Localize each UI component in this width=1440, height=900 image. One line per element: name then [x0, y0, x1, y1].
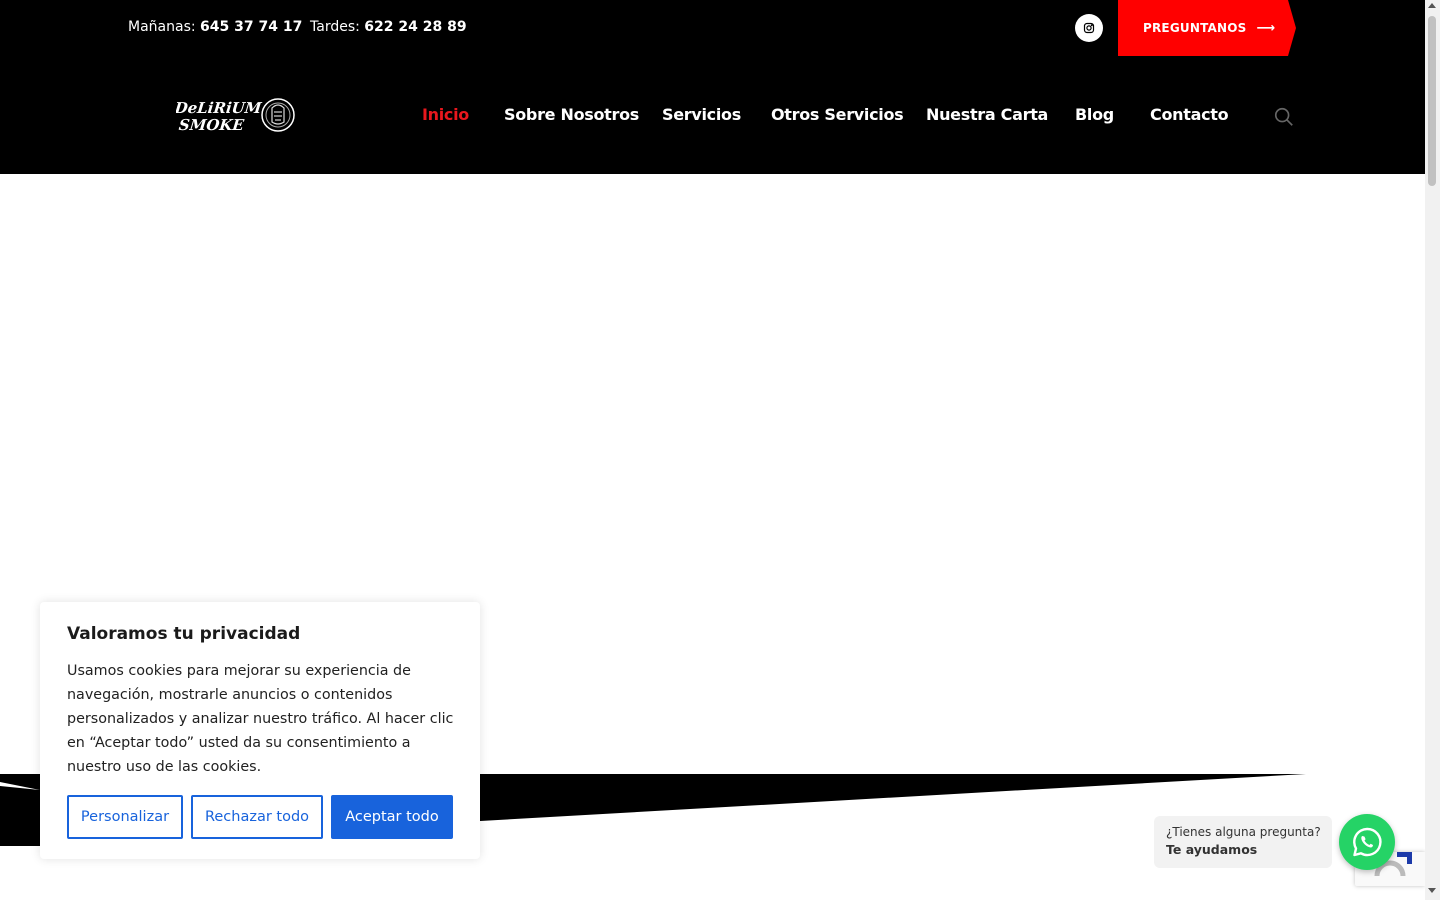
preguntanos-label: PREGUNTANOS: [1143, 21, 1247, 35]
scroll-up-arrow-icon[interactable]: [1428, 3, 1436, 8]
nav-sobre-nosotros[interactable]: Sobre Nosotros: [504, 105, 639, 124]
main-header: DeLiRiUM SMOKE Inicio Sobre Nosotros Ser…: [0, 56, 1425, 174]
search-icon[interactable]: [1273, 106, 1295, 128]
whatsapp-question: ¿Tienes alguna pregunta?: [1166, 825, 1321, 839]
phone-morning-label: Mañanas:: [128, 19, 196, 35]
logo-line1: DeLiRiUM: [176, 99, 263, 117]
nav-otros-servicios[interactable]: Otros Servicios: [771, 105, 904, 124]
phone-morning-number[interactable]: 645 37 74 17: [200, 19, 302, 35]
nav-contacto[interactable]: Contacto: [1150, 105, 1229, 124]
phone-morning[interactable]: Mañanas: 645 37 74 17: [128, 19, 302, 35]
whatsapp-icon: [1353, 827, 1382, 857]
nav-blog[interactable]: Blog: [1075, 105, 1114, 124]
logo-line2: SMOKE: [178, 116, 245, 134]
arrow-right-icon: ⟶: [1256, 20, 1276, 36]
cookie-customize-button[interactable]: Personalizar: [67, 795, 183, 839]
cookie-reject-button[interactable]: Rechazar todo: [191, 795, 323, 839]
instagram-icon[interactable]: [1075, 14, 1103, 42]
phone-afternoon-number[interactable]: 622 24 28 89: [364, 19, 466, 35]
whatsapp-bubble[interactable]: ¿Tienes alguna pregunta? Te ayudamos: [1154, 816, 1332, 868]
logo[interactable]: DeLiRiUM SMOKE: [173, 96, 298, 136]
nav-nuestra-carta[interactable]: Nuestra Carta: [926, 105, 1048, 124]
whatsapp-answer: Te ayudamos: [1166, 842, 1258, 857]
scroll-down-arrow-icon[interactable]: [1428, 888, 1436, 893]
preguntanos-button[interactable]: PREGUNTANOS ⟶: [1118, 0, 1296, 56]
cookie-banner: Valoramos tu privacidad Usamos cookies p…: [40, 602, 480, 859]
top-bar: Mañanas: 645 37 74 17 Tardes: 622 24 28 …: [0, 0, 1425, 56]
cookie-accept-button[interactable]: Aceptar todo: [331, 795, 453, 839]
cookie-title: Valoramos tu privacidad: [67, 624, 301, 644]
phone-afternoon[interactable]: Tardes: 622 24 28 89: [310, 19, 467, 35]
nav-inicio[interactable]: Inicio: [422, 105, 469, 124]
cookie-text: Usamos cookies para mejorar su experienc…: [67, 663, 454, 775]
nav-servicios[interactable]: Servicios: [662, 105, 741, 124]
scrollbar-thumb[interactable]: [1428, 16, 1436, 186]
whatsapp-button[interactable]: [1339, 814, 1395, 870]
phone-afternoon-label: Tardes:: [310, 19, 360, 35]
